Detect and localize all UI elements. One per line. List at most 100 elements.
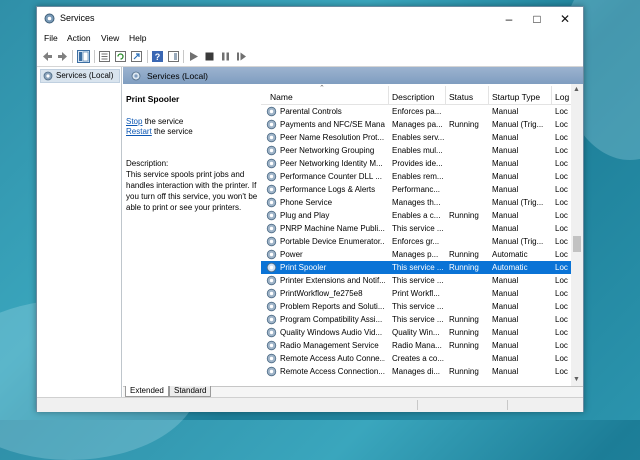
service-row[interactable]: Plug and Play Enables a c... Running Manual… [261, 209, 571, 222]
service-row[interactable]: PNRP Machine Name Publi... This service .… [261, 222, 571, 235]
service-status-cell: Running [449, 120, 479, 129]
scroll-down-icon[interactable]: ▼ [573, 376, 580, 383]
service-description-cell: Enables a c... [392, 211, 441, 220]
menu-help[interactable]: Help [129, 33, 146, 43]
column-header-description[interactable]: Description [392, 92, 435, 102]
service-row[interactable]: Portable Device Enumerator... Enforces gr… [261, 235, 571, 248]
tab-extended[interactable]: Extended [125, 386, 169, 397]
service-row[interactable]: Remote Access Connection... Manages di...… [261, 365, 571, 378]
service-startup-cell: Manual [492, 224, 519, 233]
toolbar-separator [94, 50, 95, 63]
forward-icon[interactable] [56, 50, 69, 63]
help-icon[interactable]: ? [151, 50, 164, 63]
stop-action: Stop the service [126, 117, 183, 126]
status-divider [507, 400, 508, 410]
service-startup-cell: Manual [492, 289, 519, 298]
title-bar[interactable]: Services – □ ✕ [37, 7, 583, 31]
console-tree-icon[interactable] [77, 50, 90, 63]
service-status-cell: Running [449, 263, 479, 272]
service-logon-cell: Loc [555, 276, 568, 285]
gear-icon [266, 119, 277, 130]
sort-arrow-icon: ⌃ [319, 85, 325, 92]
service-name-cell: Power [280, 250, 303, 259]
refresh-icon[interactable] [114, 50, 127, 63]
service-row[interactable]: Performance Counter DLL ... Enables rem..… [261, 170, 571, 183]
service-logon-cell: Loc [555, 302, 568, 311]
service-name-cell: Peer Networking Grouping [280, 146, 375, 155]
stop-icon[interactable] [203, 50, 216, 63]
service-logon-cell: Loc [555, 328, 568, 337]
service-row[interactable]: Power Manages p... Running Automatic Loc [261, 248, 571, 261]
service-row[interactable]: Phone Service Manages th... Manual (Trig..… [261, 196, 571, 209]
show-hide-icon[interactable] [167, 50, 180, 63]
gear-icon [266, 340, 277, 351]
gear-icon [266, 184, 277, 195]
service-row[interactable]: Printer Extensions and Notif... This serv… [261, 274, 571, 287]
close-button[interactable]: ✕ [551, 9, 579, 29]
tree-item-services-local[interactable]: Services (Local) [40, 69, 120, 83]
pause-icon[interactable] [219, 50, 232, 63]
service-row[interactable]: Peer Name Resolution Prot... Enables serv… [261, 131, 571, 144]
export-icon[interactable] [130, 50, 143, 63]
service-row[interactable]: Peer Networking Identity M... Provides id… [261, 157, 571, 170]
service-logon-cell: Loc [555, 133, 568, 142]
service-description-cell: This service ... [392, 276, 444, 285]
restart-icon[interactable] [235, 50, 248, 63]
menu-file[interactable]: File [44, 33, 58, 43]
toolbar-separator [183, 50, 184, 63]
start-icon[interactable] [187, 50, 200, 63]
stop-link[interactable]: Stop [126, 117, 142, 126]
service-row[interactable]: Quality Windows Audio Vid... Quality Win.… [261, 326, 571, 339]
column-header-status[interactable]: Status [449, 92, 473, 102]
service-logon-cell: Loc [555, 185, 568, 194]
tab-standard[interactable]: Standard [169, 386, 212, 397]
vertical-scrollbar[interactable]: ▲ ▼ [571, 84, 583, 386]
service-startup-cell: Manual [492, 107, 519, 116]
properties-icon[interactable] [98, 50, 111, 63]
menu-action[interactable]: Action [67, 33, 91, 43]
menu-bar: File Action View Help [37, 31, 583, 47]
column-header-log-on[interactable]: Log [555, 92, 569, 102]
service-row[interactable]: Program Compatibility Assi... This servic… [261, 313, 571, 326]
service-row[interactable]: Remote Access Auto Conne... Creates a co.… [261, 352, 571, 365]
service-startup-cell: Manual [492, 302, 519, 311]
service-description-cell: Print Workfl... [392, 289, 440, 298]
column-divider[interactable] [488, 86, 489, 104]
service-name-cell: Remote Access Auto Conne... [280, 354, 385, 363]
status-divider [417, 400, 418, 410]
service-logon-cell: Loc [555, 315, 568, 324]
column-header-startup-type[interactable]: Startup Type [492, 92, 540, 102]
description-text: This service spools print jobs and handl… [126, 170, 258, 212]
service-row[interactable]: Performance Logs & Alerts Performanc... Ma… [261, 183, 571, 196]
service-description-cell: Enforces gr... [392, 237, 440, 246]
minimize-button[interactable]: – [495, 9, 523, 29]
service-startup-cell: Manual [492, 172, 519, 181]
service-row[interactable]: Payments and NFC/SE Mana... Manages pa...… [261, 118, 571, 131]
menu-view[interactable]: View [101, 33, 119, 43]
service-name-cell: Performance Counter DLL ... [280, 172, 382, 181]
service-name-cell: Peer Name Resolution Prot... [280, 133, 385, 142]
toolbar-separator [147, 50, 148, 63]
column-divider[interactable] [551, 86, 552, 104]
column-divider[interactable] [445, 86, 446, 104]
service-row[interactable]: Problem Reports and Soluti... This servic… [261, 300, 571, 313]
column-header-name[interactable]: Name [270, 92, 293, 102]
service-row[interactable]: PrintWorkflow_fe275e8 Print Workfl... Manu… [261, 287, 571, 300]
list-header: ⌃ Name Description Status Startup Type L… [261, 84, 571, 105]
service-startup-cell: Manual [492, 328, 519, 337]
service-row[interactable]: Parental Controls Enforces pa... Manual Loc [261, 105, 571, 118]
service-name-cell: Radio Management Service [280, 341, 379, 350]
back-icon[interactable] [41, 50, 54, 63]
column-divider[interactable] [388, 86, 389, 104]
service-row[interactable]: Peer Networking Grouping Enables mul... Ma… [261, 144, 571, 157]
svg-text:?: ? [155, 52, 161, 62]
restart-link[interactable]: Restart [126, 127, 152, 136]
service-row[interactable]: Print Spooler This service ... Running Auto… [261, 261, 571, 274]
maximize-button[interactable]: □ [523, 9, 551, 29]
service-description-cell: This service ... [392, 302, 444, 311]
stop-suffix: the service [142, 117, 184, 126]
scroll-up-icon[interactable]: ▲ [573, 86, 580, 93]
service-row[interactable]: Radio Management Service Radio Mana... Run… [261, 339, 571, 352]
window-title: Services [60, 13, 95, 23]
scrollbar-thumb[interactable] [573, 236, 581, 252]
